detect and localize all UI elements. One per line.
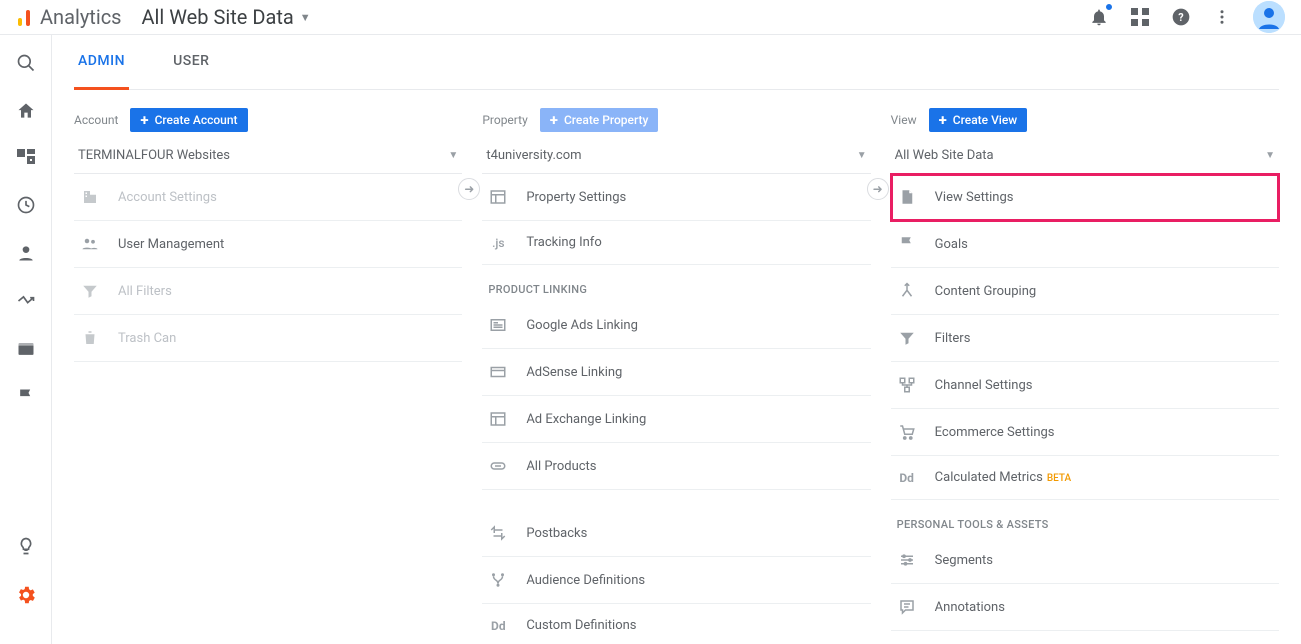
merge-icon [897, 282, 917, 300]
topbar-actions: ? [1089, 1, 1285, 33]
dd-icon: Dd [488, 619, 508, 633]
fork-icon [488, 571, 508, 589]
account-label: Account [74, 113, 118, 127]
switch-account-button[interactable]: ➜ [458, 178, 480, 200]
property-label: Property [482, 113, 527, 127]
person-icon[interactable] [16, 243, 36, 263]
view-selector[interactable]: All Web Site Data ▼ [891, 140, 1279, 174]
card-icon [488, 363, 508, 381]
arrows-icon [488, 524, 508, 542]
cart-icon [897, 423, 917, 441]
caret-down-icon: ▼ [448, 150, 458, 161]
caret-down-icon: ▼ [300, 11, 311, 24]
calculated-metrics-item[interactable]: DdCalculated MetricsBETA [891, 456, 1279, 500]
view-selected: All Web Site Data [895, 148, 994, 163]
create-property-button[interactable]: +Create Property [540, 108, 659, 132]
dashboard-icon[interactable] [17, 149, 35, 167]
node-icon [897, 376, 917, 394]
user-management-item[interactable]: User Management [74, 221, 462, 268]
tracking-info-item[interactable]: .jsTracking Info [482, 221, 870, 265]
flag-icon [897, 235, 917, 253]
group-icon [80, 235, 100, 253]
segments-item[interactable]: Segments [891, 537, 1279, 584]
trash-can-item[interactable]: Trash Can [74, 315, 462, 362]
adsense-linking-item[interactable]: AdSense Linking [482, 349, 870, 396]
tab-user[interactable]: USER [169, 53, 213, 89]
property-settings-item[interactable]: Property Settings [482, 174, 870, 221]
sliders-icon [897, 551, 917, 569]
building-icon [80, 188, 100, 206]
nav-rail [0, 35, 52, 644]
apps-grid-icon[interactable] [1131, 8, 1149, 26]
property-selected: t4university.com [486, 148, 581, 163]
notification-badge [1104, 2, 1114, 12]
plus-icon: + [939, 114, 947, 126]
all-filters-item[interactable]: All Filters [74, 268, 462, 315]
create-view-button[interactable]: +Create View [929, 108, 1028, 132]
custom-definitions-item[interactable]: DdCustom Definitions [482, 604, 870, 644]
switch-property-button[interactable]: ➜ [867, 178, 889, 200]
create-account-button[interactable]: +Create Account [130, 108, 247, 132]
column-view: ➜ View +Create View All Web Site Data ▼ … [891, 108, 1279, 644]
view-label: View [891, 113, 917, 127]
comment-icon [897, 598, 917, 616]
postbacks-item[interactable]: Postbacks [482, 510, 870, 557]
ad-exchange-linking-item[interactable]: Ad Exchange Linking [482, 396, 870, 443]
notifications-icon[interactable] [1089, 7, 1109, 27]
account-settings-item[interactable]: Account Settings [74, 174, 462, 221]
layout-icon [488, 188, 508, 206]
ecommerce-settings-item[interactable]: Ecommerce Settings [891, 409, 1279, 456]
filters-item[interactable]: Filters [891, 315, 1279, 362]
help-icon[interactable]: ? [1171, 7, 1191, 27]
view-settings-item[interactable]: View Settings [891, 174, 1279, 221]
caret-down-icon: ▼ [1265, 150, 1275, 161]
account-avatar[interactable] [1253, 1, 1285, 33]
bulb-icon[interactable] [16, 536, 36, 556]
beta-badge: BETA [1047, 473, 1071, 484]
content-grouping-item[interactable]: Content Grouping [891, 268, 1279, 315]
js-icon: .js [488, 236, 508, 250]
filter-icon [80, 282, 100, 300]
property-selector[interactable]: t4university.com ▼ [482, 140, 870, 174]
search-icon[interactable] [16, 53, 36, 73]
annotations-item[interactable]: Annotations [891, 584, 1279, 631]
filter-icon [897, 329, 917, 347]
more-vert-icon[interactable] [1213, 8, 1231, 26]
attribution-icon[interactable] [16, 291, 36, 311]
tab-admin[interactable]: ADMIN [74, 53, 129, 90]
dd-icon: Dd [897, 471, 917, 485]
audience-definitions-item[interactable]: Audience Definitions [482, 557, 870, 604]
product-linking-heading: PRODUCT LINKING [482, 265, 870, 302]
google-ads-linking-item[interactable]: Google Ads Linking [482, 302, 870, 349]
main-content: ADMIN USER Account +Create Account TERMI… [52, 35, 1301, 644]
product-name: Analytics [40, 5, 122, 29]
personal-tools-heading: PERSONAL TOOLS & ASSETS [891, 500, 1279, 537]
svg-text:?: ? [1178, 11, 1183, 24]
newspaper-icon [488, 316, 508, 334]
caret-down-icon: ▼ [857, 150, 867, 161]
top-header: Analytics All Web Site Data ▼ ? [0, 0, 1301, 35]
plus-icon: + [550, 114, 558, 126]
link-icon [488, 457, 508, 475]
column-account: Account +Create Account TERMINALFOUR Web… [74, 108, 462, 644]
admin-tabs: ADMIN USER [74, 35, 1279, 90]
account-selected: TERMINALFOUR Websites [78, 148, 230, 163]
settings-gear-icon[interactable] [15, 584, 37, 606]
plus-icon: + [140, 114, 148, 126]
view-selector-dropdown[interactable]: All Web Site Data ▼ [142, 5, 311, 29]
column-property: ➜ Property +Create Property t4university… [482, 108, 870, 644]
all-products-item[interactable]: All Products [482, 443, 870, 490]
account-selector[interactable]: TERMINALFOUR Websites ▼ [74, 140, 462, 174]
trash-icon [80, 329, 100, 347]
view-selector-label: All Web Site Data [142, 5, 294, 29]
goals-item[interactable]: Goals [891, 221, 1279, 268]
flag-icon[interactable] [16, 387, 36, 407]
channel-settings-item[interactable]: Channel Settings [891, 362, 1279, 409]
layout-icon [488, 410, 508, 428]
analytics-logo-icon [16, 8, 34, 26]
page-icon [897, 188, 917, 206]
home-icon[interactable] [16, 101, 36, 121]
clock-icon[interactable] [16, 195, 36, 215]
discover-icon[interactable] [16, 339, 36, 359]
